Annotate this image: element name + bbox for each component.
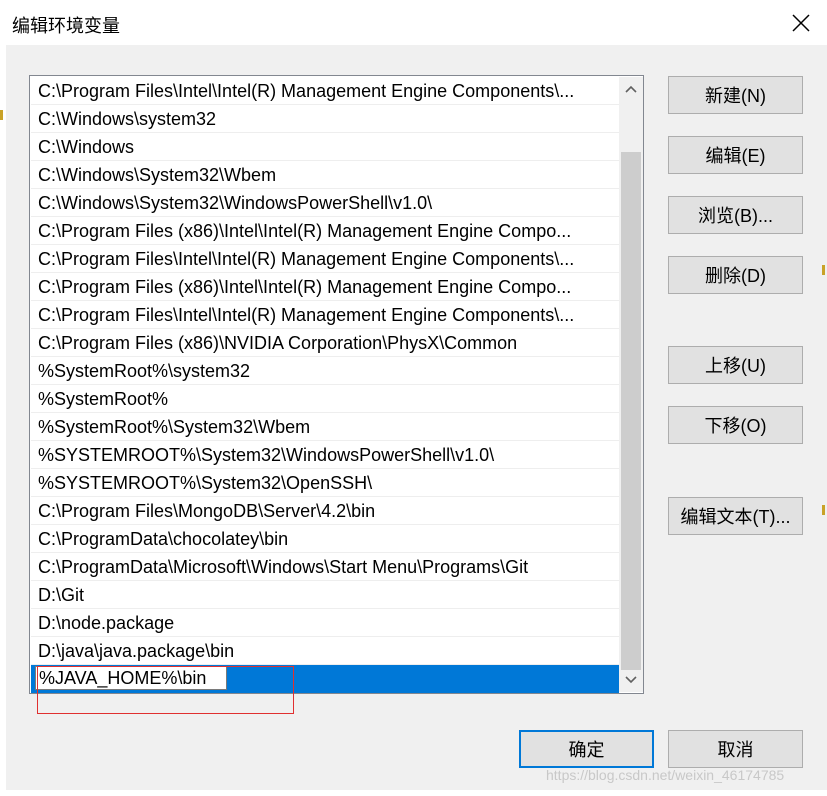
list-item-label: %SystemRoot%\System32\Wbem: [38, 417, 311, 437]
list-item[interactable]: C:\Program Files (x86)\NVIDIA Corporatio…: [31, 329, 619, 357]
delete-button[interactable]: 删除(D): [668, 256, 803, 294]
close-icon[interactable]: [790, 12, 812, 34]
list-item[interactable]: D:\Git: [31, 581, 619, 609]
list-item-label: D:\Git: [38, 585, 85, 605]
window-title: 编辑环境变量: [12, 16, 120, 36]
list-item[interactable]: C:\Windows: [31, 133, 619, 161]
list-item-label: C:\Windows: [38, 137, 135, 157]
background-window-marker: [0, 110, 3, 120]
list-item-label: C:\Program Files\MongoDB\Server\4.2\bin: [38, 501, 376, 521]
list-item-label: C:\Windows\System32\WindowsPowerShell\v1…: [38, 193, 433, 213]
list-item[interactable]: C:\ProgramData\Microsoft\Windows\Start M…: [31, 553, 619, 581]
vertical-scrollbar[interactable]: [619, 77, 643, 692]
list-item[interactable]: C:\Program Files\MongoDB\Server\4.2\bin: [31, 497, 619, 525]
list-item[interactable]: D:\node.package: [31, 609, 619, 637]
path-listbox[interactable]: C:\Program Files\Intel\Intel(R) Manageme…: [29, 75, 644, 694]
list-item[interactable]: C:\Windows\system32: [31, 105, 619, 133]
list-item-label: %SystemRoot%\system32: [38, 361, 251, 381]
list-item-label: %SYSTEMROOT%\System32\WindowsPowerShell\…: [38, 445, 495, 465]
scrollbar-thumb[interactable]: [621, 152, 641, 670]
edit-button[interactable]: 编辑(E): [668, 136, 803, 174]
move-down-button[interactable]: 下移(O): [668, 406, 803, 444]
list-item-label: C:\Program Files\Intel\Intel(R) Manageme…: [38, 249, 575, 269]
list-item[interactable]: C:\Program Files (x86)\Intel\Intel(R) Ma…: [31, 217, 619, 245]
list-item[interactable]: %SystemRoot%\System32\Wbem: [31, 413, 619, 441]
new-button[interactable]: 新建(N): [668, 76, 803, 114]
ok-button[interactable]: 确定: [519, 730, 654, 768]
list-item[interactable]: C:\Program Files\Intel\Intel(R) Manageme…: [31, 245, 619, 273]
list-item-label: D:\java\java.package\bin: [38, 641, 235, 661]
list-item-label: %SystemRoot%: [38, 389, 169, 409]
list-item-label: C:\Program Files\Intel\Intel(R) Manageme…: [38, 305, 575, 325]
list-item[interactable]: C:\Program Files\Intel\Intel(R) Manageme…: [31, 77, 619, 105]
background-window-marker: [822, 265, 825, 275]
list-item-label: C:\Program Files (x86)\Intel\Intel(R) Ma…: [38, 221, 572, 241]
edit-text-button[interactable]: 编辑文本(T)...: [668, 497, 803, 535]
list-item[interactable]: C:\Windows\System32\Wbem: [31, 161, 619, 189]
list-item[interactable]: C:\ProgramData\chocolatey\bin: [31, 525, 619, 553]
title-bar: 编辑环境变量: [0, 0, 827, 45]
background-window-marker: [822, 505, 825, 515]
list-item-label: D:\node.package: [38, 613, 175, 633]
list-item-label: C:\Program Files\Intel\Intel(R) Manageme…: [38, 81, 575, 101]
move-up-button[interactable]: 上移(U): [668, 346, 803, 384]
annotation-highlight-box: [37, 666, 294, 714]
browse-button[interactable]: 浏览(B)...: [668, 196, 803, 234]
list-item-label: %SYSTEMROOT%\System32\OpenSSH\: [38, 473, 373, 493]
list-item-label: C:\Windows\System32\Wbem: [38, 165, 277, 185]
list-item-label: C:\ProgramData\chocolatey\bin: [38, 529, 289, 549]
list-item[interactable]: D:\java\java.package\bin: [31, 637, 619, 665]
window-edge-left: [0, 45, 6, 796]
chevron-up-icon[interactable]: [619, 77, 643, 101]
list-item[interactable]: %SystemRoot%: [31, 385, 619, 413]
list-item[interactable]: C:\Program Files (x86)\Intel\Intel(R) Ma…: [31, 273, 619, 301]
cancel-button[interactable]: 取消: [668, 730, 803, 768]
list-item-label: C:\Windows\system32: [38, 109, 217, 129]
window-edge-bottom: [0, 790, 827, 796]
list-item[interactable]: %SystemRoot%\system32: [31, 357, 619, 385]
list-item[interactable]: C:\Program Files\Intel\Intel(R) Manageme…: [31, 301, 619, 329]
list-item[interactable]: C:\Windows\System32\WindowsPowerShell\v1…: [31, 189, 619, 217]
watermark-text: https://blog.csdn.net/weixin_46174785: [546, 767, 785, 783]
list-item-label: C:\Program Files (x86)\Intel\Intel(R) Ma…: [38, 277, 572, 297]
chevron-down-icon[interactable]: [619, 668, 643, 692]
list-item-label: C:\ProgramData\Microsoft\Windows\Start M…: [38, 557, 529, 577]
list-item[interactable]: %SYSTEMROOT%\System32\OpenSSH\: [31, 469, 619, 497]
list-item[interactable]: %SYSTEMROOT%\System32\WindowsPowerShell\…: [31, 441, 619, 469]
list-item-label: C:\Program Files (x86)\NVIDIA Corporatio…: [38, 333, 518, 353]
